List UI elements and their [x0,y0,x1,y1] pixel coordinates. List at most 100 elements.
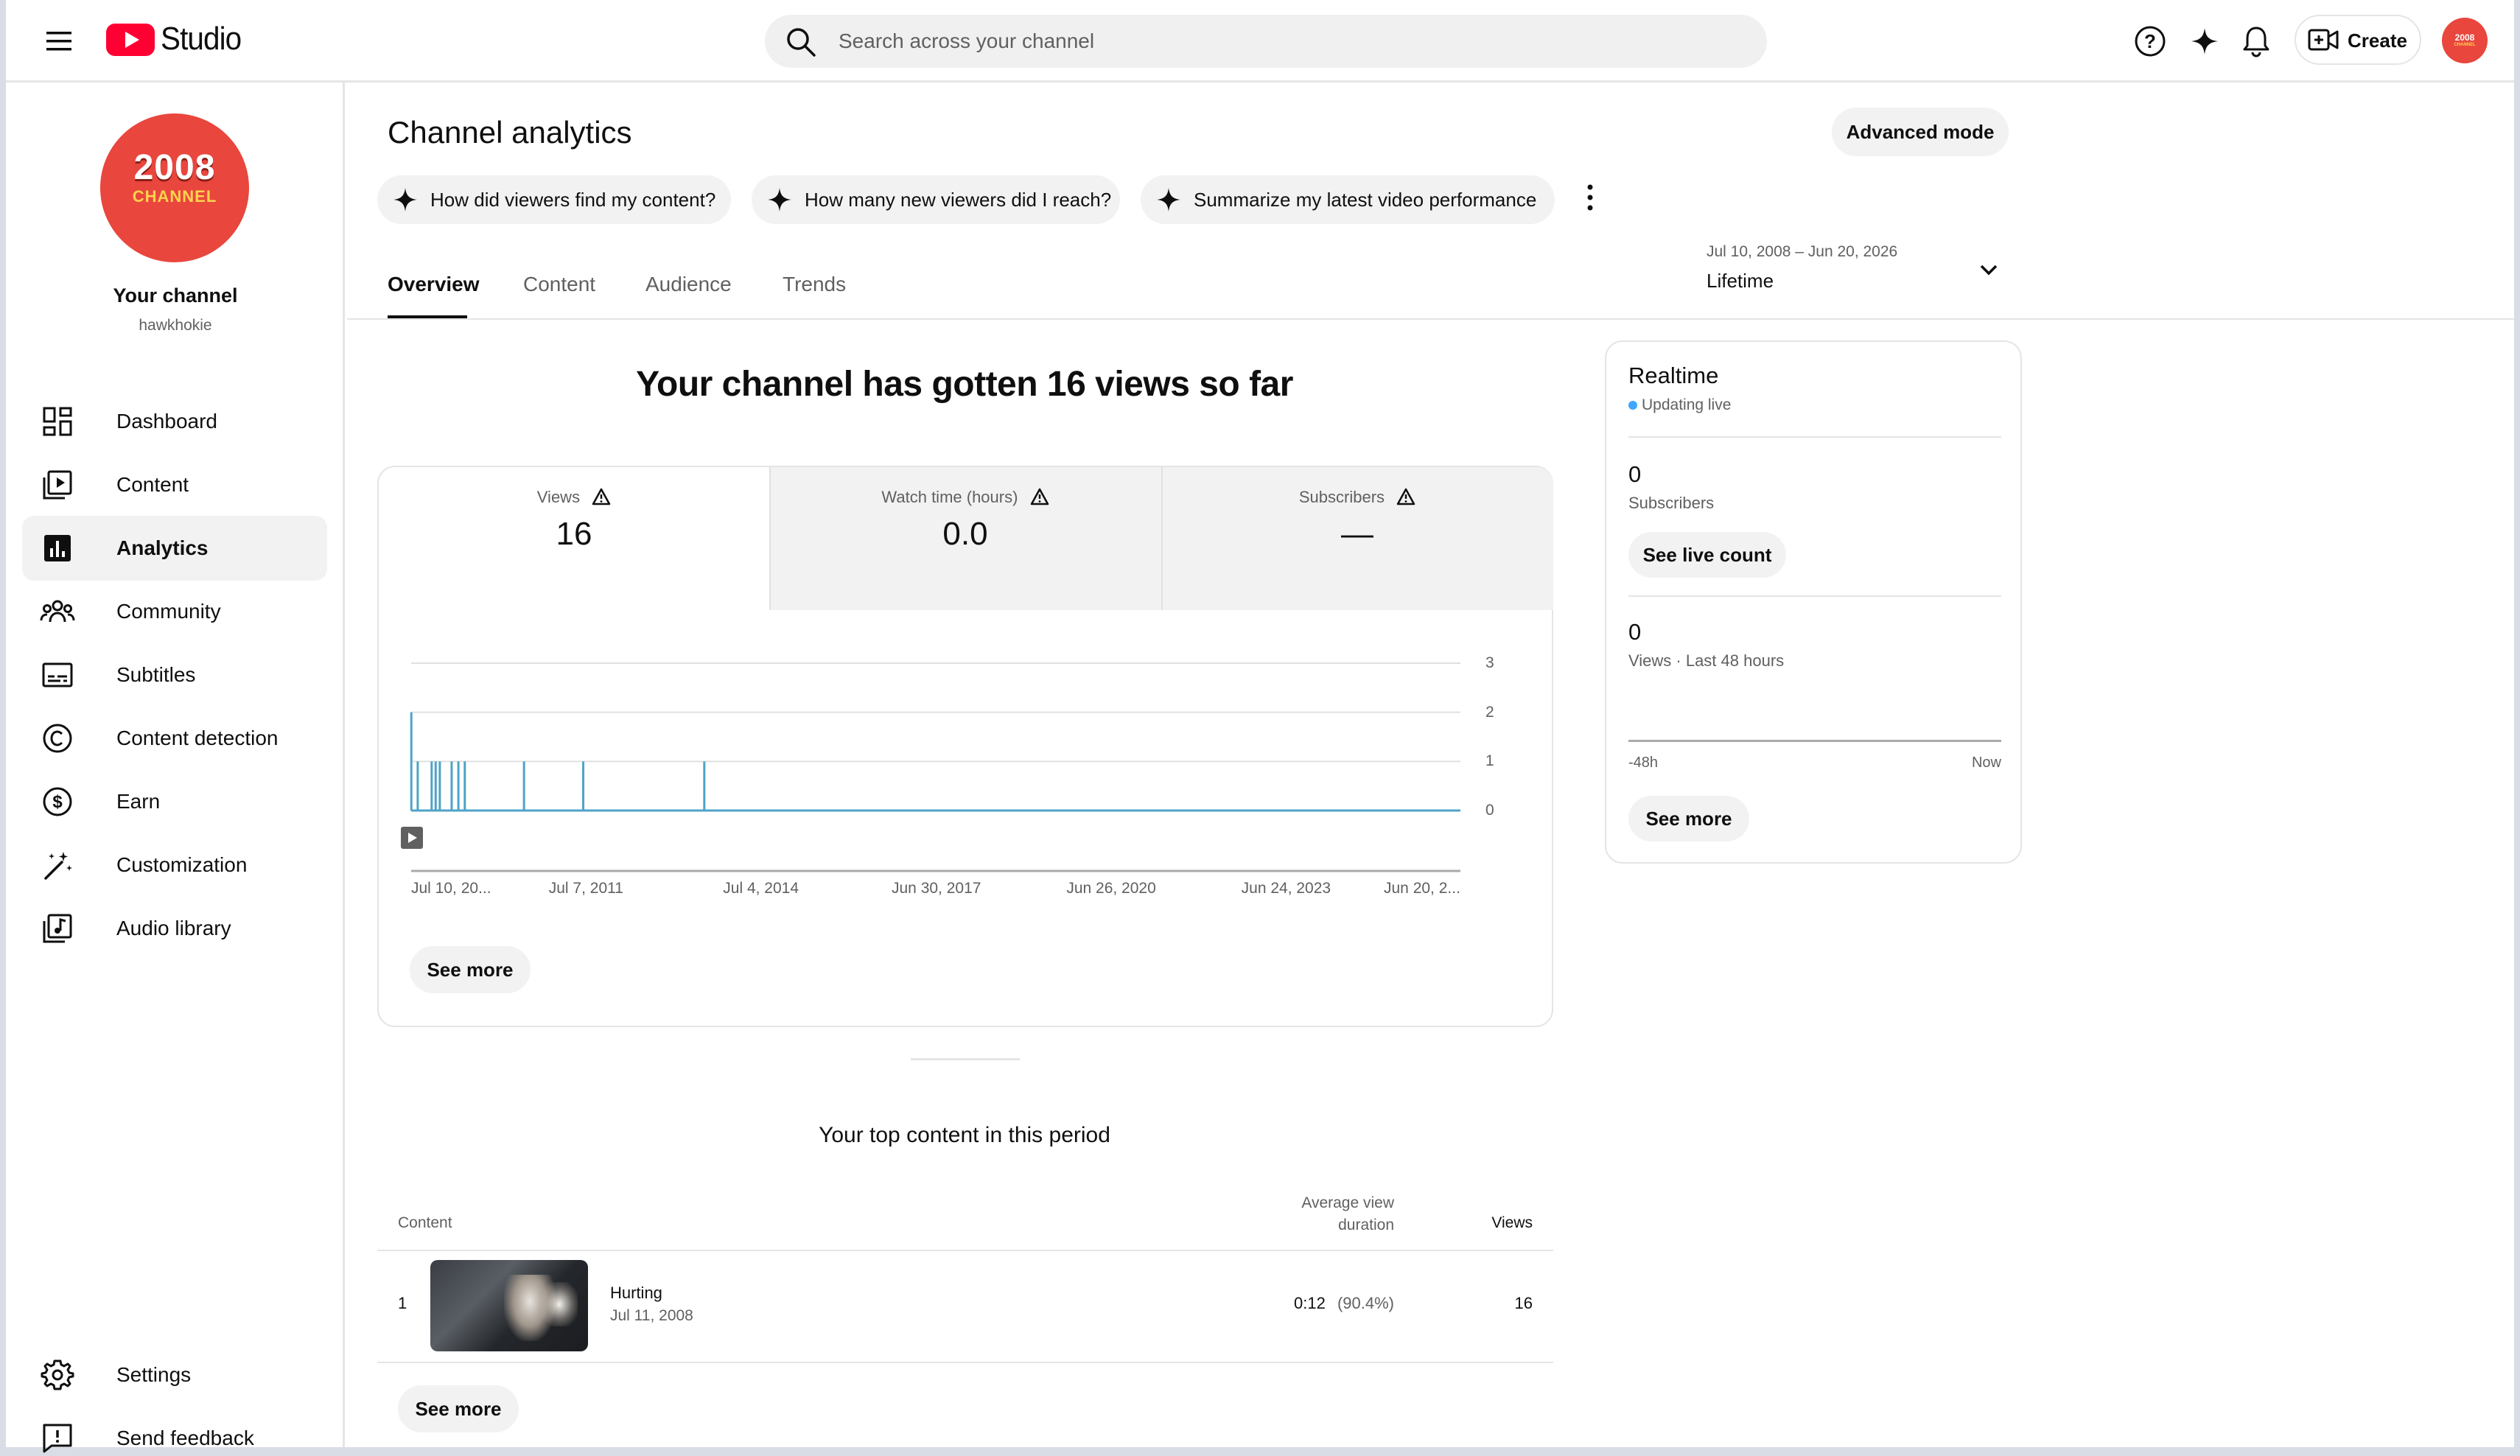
see-more-button[interactable]: See more [1628,796,1749,841]
sidebar-item-label: Dashboard [116,410,217,433]
realtime-title: Realtime [1628,363,1719,388]
create-label: Create [2348,29,2407,52]
sidebar-item-customization[interactable]: Customization [22,833,327,897]
metric-value: 16 [556,516,592,552]
sidebar-item-content[interactable]: Content [22,452,327,517]
avatar-subtext: CHANNEL [2454,43,2476,47]
realtime-sparkline-baseline [1628,740,2001,742]
notifications-bell-icon[interactable] [2234,19,2278,63]
warning-icon [1396,488,1415,505]
help-icon[interactable]: ? [2128,19,2172,63]
column-header-content: Content [398,1214,452,1231]
sidebar-item-label: Settings [116,1363,192,1386]
sidebar-item-dashboard[interactable]: Dashboard [22,389,327,454]
sidebar-item-subtitles[interactable]: Subtitles [22,643,327,707]
sidebar-item-community[interactable]: Community [22,579,327,644]
see-more-button[interactable]: See more [410,946,531,993]
create-button[interactable]: Create [2295,15,2421,65]
date-range-label: Lifetime [1707,270,1774,292]
ai-sparkle-icon[interactable] [2183,19,2227,63]
thumbnail-light [541,1282,578,1326]
realtime-subscribers-value: 0 [1628,461,1642,487]
account-avatar[interactable]: 2008 CHANNEL [2442,18,2488,63]
tabs-divider [347,318,2514,320]
realtime-divider [1628,595,2001,597]
live-status: Updating live [1628,396,1731,414]
sidebar-item-settings[interactable]: Settings [22,1343,327,1407]
see-more-button[interactable]: See more [398,1385,519,1432]
feedback-icon [43,1424,72,1453]
search-icon [787,28,816,57]
tab-content[interactable]: Content [523,273,595,296]
column-header-line: duration [1338,1217,1394,1233]
overview-headline: Your channel has gotten 16 views so far [636,365,1293,404]
search-input[interactable] [839,15,1737,68]
sidebar-item-label: Audio library [116,917,231,939]
sparkle-icon [768,188,791,211]
svg-text:$: $ [52,792,63,812]
analytics-icon [44,535,71,561]
metric-value: — [1341,516,1373,552]
app-name: Studio [161,21,242,57]
sidebar-item-label: Content detection [116,727,279,749]
channel-avatar[interactable]: 2008 CHANNEL [100,113,249,262]
channel-handle: hawkhokie [139,317,212,334]
advanced-mode-button[interactable]: Advanced mode [1832,108,2009,156]
svg-text:?: ? [2144,30,2156,52]
chip-label: How did viewers find my content? [430,189,716,211]
row-rank: 1 [398,1294,407,1312]
column-header-line: Average view [1301,1194,1394,1211]
table-row[interactable]: 1 Hurting Jul 11, 2008 0:12 (90.4%) 16 [377,1251,1553,1362]
sidebar-item-audio-library[interactable]: Audio library [22,896,327,961]
avg-view-duration: 0:12 (90.4%) [1225,1294,1394,1313]
metric-label: Subscribers [1298,488,1385,506]
top-content-table: Content Average view duration Views 1 Hu… [377,1185,1553,1366]
y-tick-label: 1 [1485,752,1494,770]
sidebar-item-send-feedback[interactable]: Send feedback [22,1406,327,1456]
section-divider [911,1058,1020,1060]
row-views: 16 [1514,1294,1533,1312]
realtime-axis-start: -48h [1628,755,1659,771]
sidebar-item-label: Content [116,473,189,496]
content-icon [43,470,72,500]
sidebar-item-earn[interactable]: $ Earn [22,769,327,834]
search-bar[interactable] [765,15,1767,68]
ai-suggestion-chip[interactable]: Summarize my latest video performance [1141,175,1555,224]
tab-overview[interactable]: Overview [388,273,480,296]
realtime-axis-end: Now [1971,755,2001,771]
ai-suggestion-chip[interactable]: How many new viewers did I reach? [752,175,1120,224]
metric-views[interactable]: Views 16 [379,467,769,610]
chevron-down-icon [1980,265,1998,276]
realtime-card: Realtime Updating live 0 Subscribers See… [1605,340,2022,864]
channel-title: Your channel [113,284,238,307]
sparkle-icon [1157,188,1180,211]
avatar-text: 2008 [2454,32,2475,43]
chart-y-axis: 0 1 2 3 [379,610,1552,883]
ai-suggestion-chip[interactable]: How did viewers find my content? [377,175,731,224]
y-tick-label: 2 [1485,703,1494,721]
sidebar-item-label: Customization [116,853,248,876]
realtime-views-label: Views · Last 48 hours [1628,651,1785,670]
video-title[interactable]: Hurting [610,1284,662,1303]
live-dot [1628,401,1637,410]
top-content-heading: Your top content in this period [819,1123,1110,1147]
chart-x-axis: Jul 10, 20... Jul 7, 2011 Jul 4, 2014 Jun 3… [379,880,1552,902]
tab-trends[interactable]: Trends [783,273,846,296]
community-icon [40,600,75,623]
sidebar-item-content-detection[interactable]: Content detection [22,706,327,771]
video-thumbnail[interactable] [430,1260,588,1351]
tab-audience[interactable]: Audience [645,273,732,296]
metric-label: Views [536,488,581,506]
more-vert-icon[interactable] [1577,181,1603,214]
sidebar-item-analytics[interactable]: Analytics [22,516,327,581]
menu-icon[interactable] [38,21,80,62]
date-range-picker[interactable]: Jul 10, 2008 – Jun 20, 2026 Lifetime [1705,240,2007,299]
youtube-logo[interactable]: Studio [106,21,253,59]
metric-watch-time[interactable]: Watch time (hours) 0.0 [769,467,1161,610]
sidebar-item-label: Subtitles [116,663,196,686]
see-live-count-button[interactable]: See live count [1628,532,1786,578]
sparkle-icon [393,188,417,211]
chip-label: How many new viewers did I reach? [805,189,1112,211]
metric-subscribers[interactable]: Subscribers — [1161,467,1553,610]
audio-library-icon [43,914,72,943]
